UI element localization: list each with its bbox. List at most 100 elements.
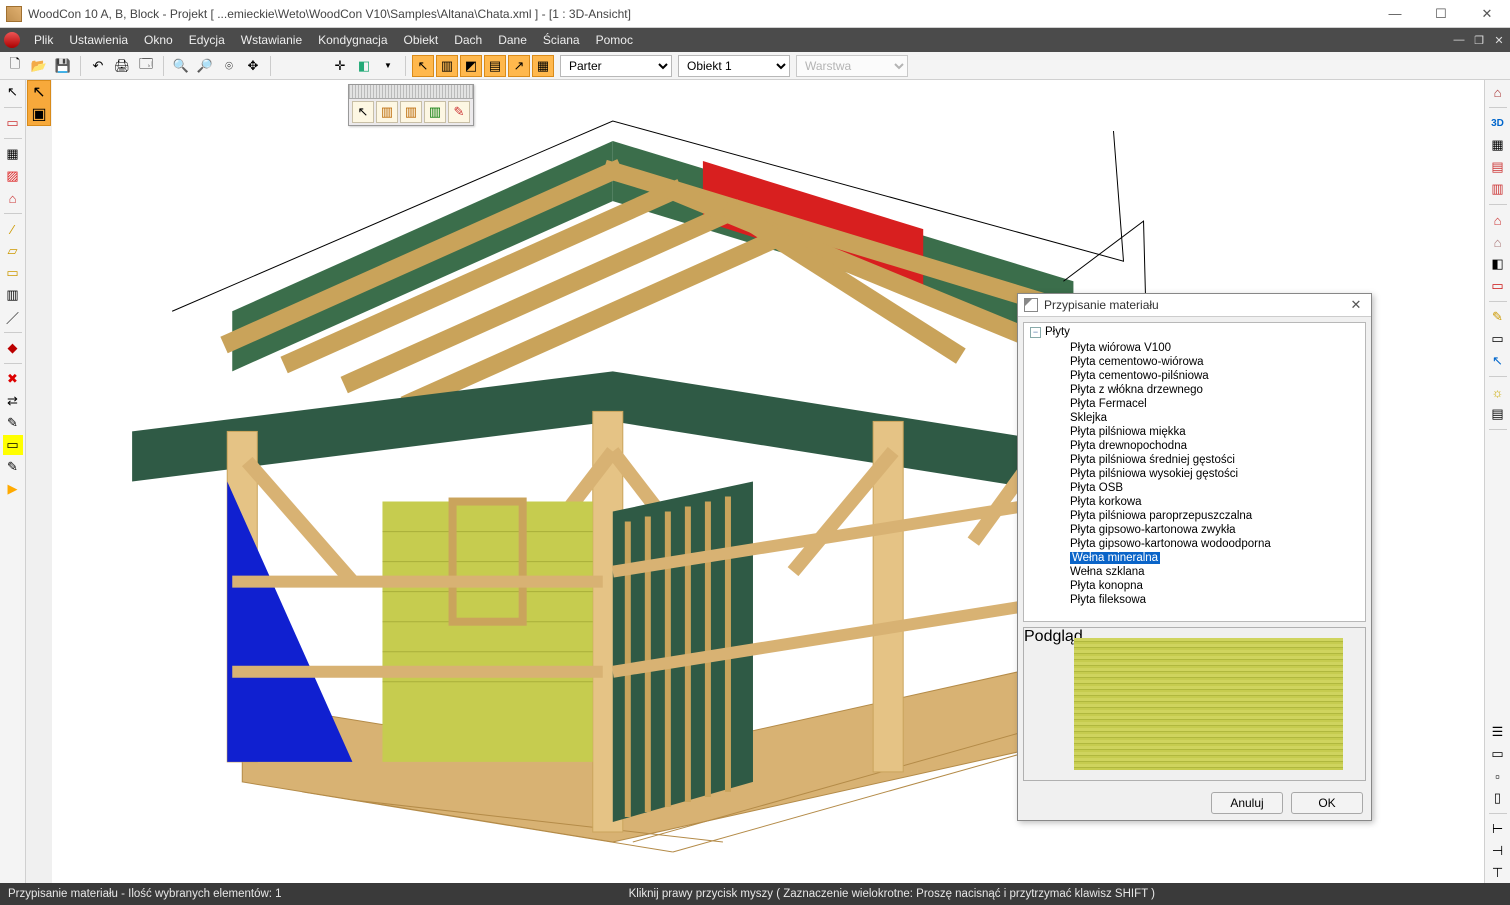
view-k-button[interactable]: ☼: [1488, 382, 1508, 402]
maximize-button[interactable]: ☐: [1418, 0, 1464, 28]
plank-tool-button[interactable]: ▭: [3, 263, 23, 283]
menu-plik[interactable]: Plik: [26, 28, 61, 52]
ft-select-button[interactable]: ↖: [352, 101, 374, 123]
tree-item[interactable]: Płyta wiórowa V100: [1024, 341, 1365, 355]
delete-tool-button[interactable]: ✖: [3, 369, 23, 389]
view-c-button[interactable]: ▥: [1488, 179, 1508, 199]
tree-item[interactable]: Płyta pilśniowa paroprzepuszczalna: [1024, 509, 1365, 523]
view-g-button[interactable]: ▭: [1488, 276, 1508, 296]
object-select[interactable]: Obiekt 1: [678, 55, 790, 77]
snap-a-button[interactable]: ⊢: [1488, 819, 1508, 839]
tree-item[interactable]: Płyta pilśniowa miękka: [1024, 425, 1365, 439]
menu-okno[interactable]: Okno: [136, 28, 181, 52]
tree-item[interactable]: Wełna szklana: [1024, 565, 1365, 579]
mode-a-button[interactable]: ↖: [412, 55, 434, 77]
mdi-close-button[interactable]: ✕: [1492, 34, 1506, 47]
print-button[interactable]: 🖨: [111, 55, 133, 77]
dialog-titlebar[interactable]: Przypisanie materiału ✕: [1018, 294, 1371, 317]
view-a-button[interactable]: ▦: [1488, 135, 1508, 155]
mode-b-button[interactable]: ▥: [436, 55, 458, 77]
tree-item[interactable]: Sklejka: [1024, 411, 1365, 425]
tree-item[interactable]: Płyta pilśniowa wysokiej gęstości: [1024, 467, 1365, 481]
tree-item[interactable]: Płyta gipsowo-kartonowa wodoodporna: [1024, 537, 1365, 551]
mode-f-button[interactable]: ▦: [532, 55, 554, 77]
tree-item[interactable]: Płyta fileksowa: [1024, 593, 1365, 607]
ft-col3-button[interactable]: ▥: [424, 101, 446, 123]
mode-d-button[interactable]: ▤: [484, 55, 506, 77]
play-tool-button[interactable]: ▶: [3, 479, 23, 499]
tree-item[interactable]: Płyta drewnopochodna: [1024, 439, 1365, 453]
view-e-button[interactable]: ⌂: [1488, 232, 1508, 252]
zoom-fit-button[interactable]: ⌾: [218, 55, 240, 77]
tree-item[interactable]: Płyta pilśniowa średniej gęstości: [1024, 453, 1365, 467]
zoom-out-button[interactable]: 🔎: [194, 55, 216, 77]
mdi-minimize-button[interactable]: —: [1452, 34, 1466, 46]
align-b-button[interactable]: ▭: [1488, 744, 1508, 764]
view-l-button[interactable]: ▤: [1488, 404, 1508, 424]
dropdown-icon[interactable]: ▼: [377, 55, 399, 77]
cube-button[interactable]: ◧: [353, 55, 375, 77]
tree-root-plyty[interactable]: − Płyty: [1024, 323, 1365, 341]
mode-c-button[interactable]: ◩: [460, 55, 482, 77]
roof-tool-button[interactable]: ⌂: [3, 188, 23, 208]
floor-select[interactable]: Parter: [560, 55, 672, 77]
flip-tool-button[interactable]: ⇄: [3, 391, 23, 411]
dialog-close-button[interactable]: ✕: [1341, 297, 1371, 313]
highlight-tool-button[interactable]: ▭: [3, 435, 23, 455]
tree-item[interactable]: Płyta z włókna drzewnego: [1024, 383, 1365, 397]
tree-item[interactable]: Płyta cementowo-pilśniowa: [1024, 369, 1365, 383]
view-h-button[interactable]: ✎: [1488, 307, 1508, 327]
axis-button[interactable]: ✛: [329, 55, 351, 77]
measure-tool-button[interactable]: ✎: [3, 457, 23, 477]
align-d-button[interactable]: ▯: [1488, 788, 1508, 808]
color-tool-button[interactable]: ◆: [3, 338, 23, 358]
floating-toolbar-grip[interactable]: [349, 85, 473, 99]
hatch-tool-button[interactable]: ▥: [3, 285, 23, 305]
material-tree[interactable]: − Płyty Płyta wiórowa V100Płyta cementow…: [1023, 322, 1366, 622]
view-j-button[interactable]: ↖: [1488, 351, 1508, 371]
tree-item[interactable]: Płyta OSB: [1024, 481, 1365, 495]
tree-item[interactable]: Płyta Fermacel: [1024, 397, 1365, 411]
mode-e-button[interactable]: ↗: [508, 55, 530, 77]
align-a-button[interactable]: ☰: [1488, 722, 1508, 742]
snap-b-button[interactable]: ⊣: [1488, 841, 1508, 861]
grid-tool-button[interactable]: ▦: [3, 144, 23, 164]
minimize-button[interactable]: —: [1372, 0, 1418, 28]
ft-col2-button[interactable]: ▥: [400, 101, 422, 123]
mdi-restore-button[interactable]: ❐: [1472, 34, 1486, 47]
wall-tool-button[interactable]: ▭: [3, 113, 23, 133]
menu-sciana[interactable]: Ściana: [535, 28, 588, 52]
layer-red-button[interactable]: ▨: [3, 166, 23, 186]
menu-ustawienia[interactable]: Ustawienia: [61, 28, 136, 52]
menu-dach[interactable]: Dach: [446, 28, 490, 52]
snap-c-button[interactable]: ⊤: [1488, 863, 1508, 883]
menu-edycja[interactable]: Edycja: [181, 28, 233, 52]
cancel-button[interactable]: Anuluj: [1211, 792, 1283, 814]
align-c-button[interactable]: ▫: [1488, 766, 1508, 786]
menu-kondygnacja[interactable]: Kondygnacja: [310, 28, 395, 52]
select-tool-button[interactable]: ↖: [3, 82, 23, 102]
edit-tool-button[interactable]: ✎: [3, 413, 23, 433]
view-f-button[interactable]: ◧: [1488, 254, 1508, 274]
save-button[interactable]: 💾: [52, 55, 74, 77]
ok-button[interactable]: OK: [1291, 792, 1363, 814]
tree-item[interactable]: Płyta gipsowo-kartonowa zwykła: [1024, 523, 1365, 537]
menu-wstawianie[interactable]: Wstawianie: [233, 28, 310, 52]
sec-cursor-button[interactable]: ↖: [28, 81, 50, 103]
menu-obiekt[interactable]: Obiekt: [396, 28, 447, 52]
board-tool-button[interactable]: ▱: [3, 241, 23, 261]
menu-pomoc[interactable]: Pomoc: [588, 28, 641, 52]
line-tool-button[interactable]: ／: [3, 307, 23, 327]
view-d-button[interactable]: ⌂: [1488, 210, 1508, 230]
tree-item[interactable]: Płyta cementowo-wiórowa: [1024, 355, 1365, 369]
close-button[interactable]: ✕: [1464, 0, 1510, 28]
sec-select-button[interactable]: ▣: [28, 103, 50, 125]
view-i-button[interactable]: ▭: [1488, 329, 1508, 349]
ft-col4-button[interactable]: ✎: [448, 101, 470, 123]
house-side-button[interactable]: ⌂: [1488, 82, 1508, 102]
view-b-button[interactable]: ▤: [1488, 157, 1508, 177]
beam-tool-button[interactable]: ∕: [3, 219, 23, 239]
menu-dane[interactable]: Dane: [490, 28, 535, 52]
print-preview-button[interactable]: 🗔: [135, 55, 157, 77]
floating-toolbar[interactable]: ↖ ▥ ▥ ▥ ✎: [348, 84, 474, 126]
